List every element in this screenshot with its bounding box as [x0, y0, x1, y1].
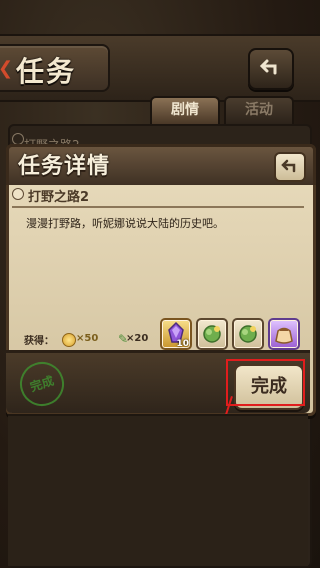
- reward-item-count: 10: [176, 339, 189, 349]
- lower-panel: [8, 414, 308, 566]
- quest-description: 漫漫打野路，听妮娜说说大陆的历史吧。: [26, 217, 224, 230]
- tab-bar: 剧情 活动: [150, 96, 294, 124]
- reward-item-slot-3[interactable]: [232, 318, 264, 350]
- reward-label: 获得：: [24, 336, 54, 347]
- quest-name-row: 打野之路2: [12, 186, 302, 205]
- green-herb-icon: [203, 325, 221, 343]
- reward-item-slot-1[interactable]: 10: [160, 318, 192, 350]
- coin-icon: [62, 333, 76, 347]
- screen-root: ❮ 任务 剧情 活动 打野之路2 任务详情 打野之路2 漫漫打野路，听妮娜说说大…: [0, 0, 320, 568]
- modal-title: 任务详情: [18, 154, 111, 179]
- quest-name: 打野之路2: [28, 190, 90, 205]
- page-title-plate: ❮ 任务: [0, 44, 110, 92]
- modal-back-icon: [281, 159, 296, 173]
- back-arrow-icon: [259, 59, 277, 75]
- tab-event[interactable]: 活动: [224, 96, 294, 124]
- green-herb-icon: [239, 325, 257, 343]
- purple-pouch-icon: [275, 327, 293, 344]
- title-arrow-icon: ❮: [0, 58, 13, 79]
- reward-item-slot-2[interactable]: [196, 318, 228, 350]
- modal-back-button[interactable]: [274, 152, 306, 182]
- complete-button-highlight: [226, 359, 305, 406]
- quest-bullet-icon: [12, 188, 24, 200]
- back-button[interactable]: [248, 48, 294, 90]
- reward-item-slot-4[interactable]: [268, 318, 300, 350]
- exp-amount: ×20: [126, 333, 149, 344]
- coin-amount: ×50: [76, 333, 99, 344]
- quest-divider: [12, 206, 304, 208]
- tab-story[interactable]: 剧情: [150, 96, 220, 124]
- page-title: 任务: [16, 55, 77, 88]
